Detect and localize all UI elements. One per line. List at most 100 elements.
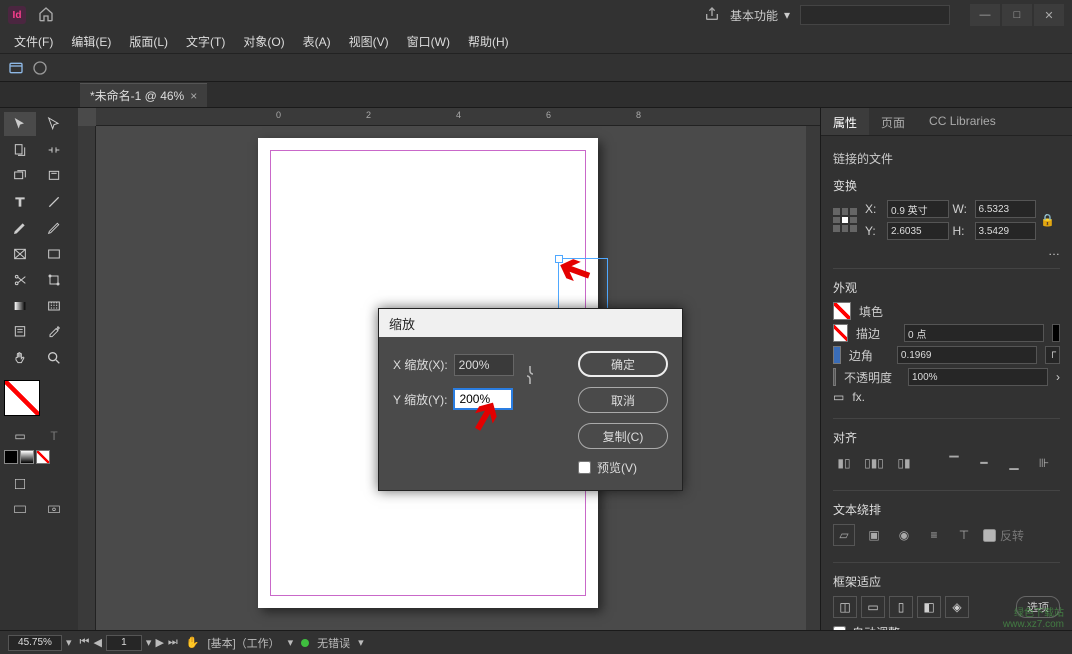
fx-label[interactable]: fx. [852, 390, 865, 404]
y-input[interactable] [887, 222, 949, 240]
page-tool[interactable] [4, 138, 36, 162]
wrap-none[interactable]: ▱ [833, 524, 855, 546]
wrap-bounding[interactable]: ▣ [863, 524, 885, 546]
line-tool[interactable] [38, 190, 70, 214]
menu-view[interactable]: 视图(V) [341, 31, 397, 52]
rectangle-tool[interactable] [38, 242, 70, 266]
canvas[interactable]: 0 2 4 6 8 缩放 X 缩放(X): [78, 108, 820, 630]
document-tab[interactable]: *未命名-1 @ 46% × [80, 83, 207, 107]
zoom-input[interactable] [8, 635, 62, 651]
menu-edit[interactable]: 编辑(E) [63, 31, 119, 52]
align-bottom[interactable]: ▁ [1003, 452, 1025, 474]
tab-properties[interactable]: 属性 [821, 108, 869, 135]
fit-content[interactable]: ▭ [861, 596, 885, 618]
tab-pages[interactable]: 页面 [869, 108, 917, 135]
formatting-text[interactable]: T [38, 424, 70, 448]
h-input[interactable] [975, 222, 1037, 240]
rectangle-frame-tool[interactable] [4, 242, 36, 266]
chevron-down-icon[interactable]: ▾ [66, 636, 72, 649]
vertical-scrollbar[interactable] [806, 126, 820, 630]
gap-tool[interactable] [38, 138, 70, 162]
workspace-selector[interactable]: 基本功能 ▾ [730, 7, 790, 24]
screen-mode-2[interactable] [38, 498, 70, 522]
fill-swatch[interactable] [833, 302, 851, 320]
preflight-preset[interactable]: [基本]（工作） [208, 635, 280, 651]
stroke-style[interactable] [1052, 324, 1060, 342]
search-input[interactable] [800, 5, 950, 25]
menu-window[interactable]: 窗口(W) [399, 31, 458, 52]
corner-input[interactable] [897, 346, 1037, 364]
type-tool[interactable] [4, 190, 36, 214]
hand-icon[interactable]: ✋ [186, 636, 200, 649]
reference-point[interactable] [833, 208, 857, 232]
apply-gradient[interactable] [20, 450, 34, 464]
align-top[interactable]: ▔ [943, 452, 965, 474]
chevron-down-icon[interactable]: ▾ [288, 636, 294, 649]
align-left[interactable]: ▮▯ [833, 452, 855, 474]
page-next2[interactable]: ⏭ [168, 636, 178, 649]
link-icon[interactable] [524, 363, 536, 390]
align-more[interactable]: ⊪ [1033, 452, 1055, 474]
page-input[interactable] [106, 635, 142, 651]
menu-object[interactable]: 对象(O) [235, 31, 292, 52]
x-scale-input[interactable] [454, 354, 514, 376]
wrap-jump[interactable]: ≡ [923, 524, 945, 546]
free-transform-tool[interactable] [38, 268, 70, 292]
y-scale-input[interactable] [453, 388, 513, 410]
page-next[interactable]: ▶ [155, 636, 163, 649]
home-icon[interactable] [38, 6, 54, 25]
view-mode-normal[interactable] [4, 472, 36, 496]
menu-table[interactable]: 表(A) [295, 31, 339, 52]
menu-help[interactable]: 帮助(H) [460, 31, 517, 52]
wrap-invert[interactable]: 反转 [983, 524, 1024, 546]
selection-tool[interactable] [4, 112, 36, 136]
opacity-more[interactable]: › [1056, 370, 1060, 384]
hand-tool[interactable] [4, 346, 36, 370]
apply-color[interactable] [4, 450, 18, 464]
fill-stroke-swatch[interactable] [4, 380, 74, 416]
more-options[interactable]: … [1048, 244, 1060, 258]
chevron-down-icon[interactable]: ▾ [146, 636, 152, 649]
gradient-feather-tool[interactable] [38, 294, 70, 318]
align-right[interactable]: ▯▮ [893, 452, 915, 474]
opacity-input[interactable] [908, 368, 1048, 386]
corner-swatch[interactable] [833, 346, 841, 364]
preflight-status[interactable]: 无错误 [317, 635, 350, 651]
pencil-tool[interactable] [38, 216, 70, 240]
x-input[interactable] [887, 200, 949, 218]
menu-layout[interactable]: 版面(L) [121, 31, 176, 52]
stock-icon[interactable] [32, 60, 48, 76]
content-placer-tool[interactable] [38, 164, 70, 188]
chevron-down-icon[interactable]: ▾ [358, 636, 364, 649]
tab-cc-libraries[interactable]: CC Libraries [917, 108, 1008, 135]
copy-button[interactable]: 复制(C) [578, 423, 668, 449]
menu-type[interactable]: 文字(T) [178, 31, 233, 52]
opacity-swatch[interactable] [833, 368, 836, 386]
zoom-tool[interactable] [38, 346, 70, 370]
wrap-jump-next[interactable]: ⊤ [953, 524, 975, 546]
corner-style[interactable]: ┌ [1045, 346, 1060, 364]
scissors-tool[interactable] [4, 268, 36, 292]
fit-frame[interactable]: ▯ [889, 596, 913, 618]
screen-mode[interactable] [4, 498, 36, 522]
center-content[interactable]: ◈ [945, 596, 969, 618]
menu-file[interactable]: 文件(F) [6, 31, 61, 52]
page-prev2[interactable]: ⏮ [80, 636, 90, 649]
formatting-container[interactable]: ▭ [4, 424, 36, 448]
align-hcenter[interactable]: ▯▮▯ [863, 452, 885, 474]
w-input[interactable] [975, 200, 1037, 218]
bridge-icon[interactable] [8, 60, 24, 76]
wrap-shape[interactable]: ◉ [893, 524, 915, 546]
stroke-swatch[interactable] [833, 324, 848, 342]
fx-icon[interactable]: ▭ [833, 390, 844, 404]
fit-content-prop[interactable]: ◫ [833, 596, 857, 618]
minimize-button[interactable]: — [970, 4, 1000, 26]
page-prev[interactable]: ◀ [93, 636, 101, 649]
constrain-icon[interactable]: 🔒 [1040, 213, 1060, 227]
direct-selection-tool[interactable] [38, 112, 70, 136]
close-button[interactable]: ✕ [1034, 4, 1064, 26]
fill-frame[interactable]: ◧ [917, 596, 941, 618]
content-collector-tool[interactable] [4, 164, 36, 188]
maximize-button[interactable]: □ [1002, 4, 1032, 26]
eyedropper-tool[interactable] [38, 320, 70, 344]
